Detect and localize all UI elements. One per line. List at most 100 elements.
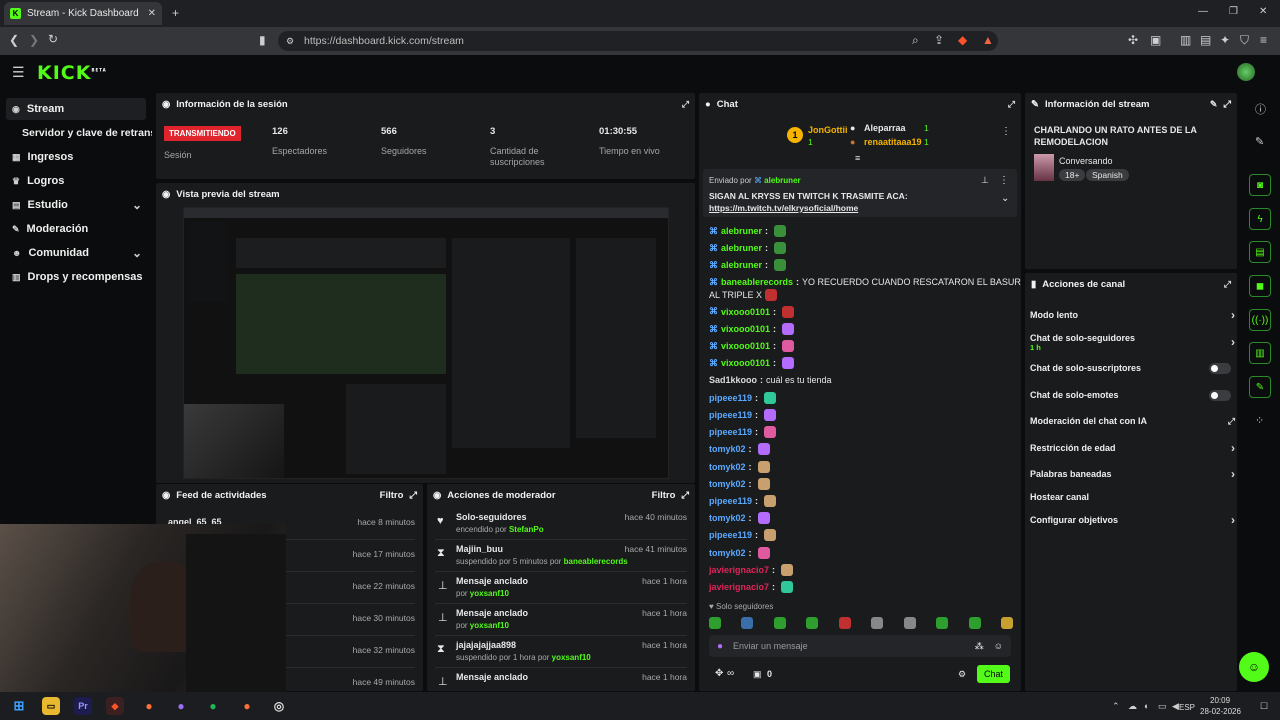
emote-icon[interactable] xyxy=(806,617,819,629)
expand-icon[interactable]: ⤢ xyxy=(409,490,417,501)
chat-username[interactable]: javierignacio7 xyxy=(709,582,769,592)
chat-username[interactable]: tomyk02 xyxy=(709,479,746,489)
action-host-channel[interactable]: Hostear canal xyxy=(1030,490,1235,504)
chat-username[interactable]: tomyk02 xyxy=(709,444,746,454)
expand-icon[interactable]: ⤢ xyxy=(1008,99,1015,110)
tray-expand-icon[interactable]: ⌃ xyxy=(1112,701,1120,712)
close-window-icon[interactable]: ✕ xyxy=(1259,6,1267,17)
server-icon[interactable]: ▥ xyxy=(1249,342,1271,364)
discord-icon[interactable]: ● xyxy=(172,697,190,715)
emote-icon[interactable] xyxy=(871,617,884,629)
firefox-icon[interactable]: ● xyxy=(140,697,158,715)
chat-username[interactable]: Sad1kkooo xyxy=(709,375,757,385)
info-icon[interactable]: ⓘ xyxy=(1255,101,1266,117)
pinned-user[interactable]: alebruner xyxy=(764,176,800,185)
firefox-icon[interactable]: ● xyxy=(238,697,256,715)
chat-username[interactable]: tomyk02 xyxy=(709,513,746,523)
forward-icon[interactable]: ❯ xyxy=(29,33,39,47)
emote-icon[interactable] xyxy=(903,617,916,629)
expand-icon[interactable]: ⤢ xyxy=(1223,99,1231,110)
wallet-icon[interactable]: ▤ xyxy=(1200,33,1211,47)
back-icon[interactable]: ❮ xyxy=(9,33,19,47)
mod-row-user[interactable]: StefanPo xyxy=(509,525,544,534)
chat-input[interactable]: ● Enviar un mensaje ⁂ ☺ xyxy=(709,635,1011,657)
brave-shields-icon[interactable]: ◆ xyxy=(958,33,967,47)
brave-icon[interactable]: ◆ xyxy=(106,697,124,715)
mod-row-user[interactable]: yoxsanf10 xyxy=(470,621,509,630)
mod-filter-button[interactable]: Filtro xyxy=(652,490,676,501)
expand-icon[interactable]: ⤢ xyxy=(681,490,689,501)
sidebar-item-stream[interactable]: ◉ Stream xyxy=(6,98,146,120)
notifications-icon[interactable]: ☐ xyxy=(1260,701,1268,712)
action-age-restriction[interactable]: Restricción de edad › xyxy=(1030,441,1235,455)
chat-username[interactable]: alebruner xyxy=(721,260,762,270)
drops-icon[interactable]: ✥ xyxy=(715,668,723,679)
help-chat-button[interactable]: ☺ xyxy=(1239,652,1269,682)
translate-icon[interactable]: ⁂ xyxy=(975,641,984,652)
pinned-link[interactable]: https://m.twitch.tv/elkrysoficial/home xyxy=(709,203,858,213)
leo-icon[interactable]: ✦ xyxy=(1220,33,1230,47)
emoji-icon[interactable]: ☺ xyxy=(994,641,1003,651)
mic-icon[interactable]: ◖ xyxy=(1143,701,1148,711)
action-banned-words[interactable]: Palabras baneadas › xyxy=(1030,467,1235,481)
pin-icon[interactable]: ⊥ xyxy=(981,175,989,186)
reload-icon[interactable]: ↻ xyxy=(48,32,58,46)
settings-icon[interactable]: ⚙ xyxy=(958,669,966,680)
send-chat-button[interactable]: Chat xyxy=(977,665,1010,683)
clock-date[interactable]: 28-02-2026 xyxy=(1200,707,1241,716)
clock-time[interactable]: 20:09 xyxy=(1210,696,1230,705)
top-gifter-2[interactable]: Aleparraa xyxy=(864,123,906,133)
chat-username[interactable]: vixooo0101 xyxy=(721,307,770,317)
sidebar-toggle-icon[interactable]: ▥ xyxy=(1180,33,1191,47)
expand-icon[interactable]: ⤢ xyxy=(1224,279,1231,290)
action-goals[interactable]: Configurar objetivos › xyxy=(1030,513,1235,527)
chat-username[interactable]: pipeee119 xyxy=(709,410,752,420)
emote-icon[interactable] xyxy=(1000,617,1013,629)
emotes-only-toggle[interactable] xyxy=(1209,389,1231,401)
file-explorer-icon[interactable]: ▭ xyxy=(42,697,60,715)
chat-username[interactable]: pipeee119 xyxy=(709,496,752,506)
share-icon[interactable]: ⇪ xyxy=(934,33,944,47)
mod-row-user[interactable]: yoxsanf10 xyxy=(552,653,591,662)
spotify-icon[interactable]: ● xyxy=(204,697,222,715)
subs-only-toggle[interactable] xyxy=(1209,362,1231,374)
chat-icon[interactable]: ◼ xyxy=(1249,275,1271,297)
action-emotes-only[interactable]: Chat de solo-emotes xyxy=(1030,388,1235,402)
sidebar-item-achievements[interactable]: ♛ Logros xyxy=(6,170,146,192)
emote-icon[interactable] xyxy=(968,617,981,629)
vpn-icon[interactable]: ⛉ xyxy=(1240,33,1249,48)
stream-preview-video[interactable] xyxy=(183,207,669,479)
mod-row-user[interactable]: baneablerecords xyxy=(564,557,628,566)
emote-icon[interactable] xyxy=(741,617,754,629)
mod-row-user[interactable]: yoxsanf10 xyxy=(470,589,509,598)
screenshot-icon[interactable]: ▣ xyxy=(1150,33,1161,47)
chat-username[interactable]: pipeee119 xyxy=(709,393,752,403)
gift-icon[interactable]: ▣ xyxy=(753,669,762,680)
sidebar-item-server-key[interactable]: Servidor y clave de retransm xyxy=(16,122,152,144)
mic-icon[interactable]: ● xyxy=(717,641,723,652)
chat-username[interactable]: vixooo0101 xyxy=(721,341,770,351)
emote-icon[interactable] xyxy=(936,617,949,629)
chat-username[interactable]: tomyk02 xyxy=(709,548,746,558)
chat-username[interactable]: baneablerecords xyxy=(721,277,793,287)
feed-filter-button[interactable]: Filtro xyxy=(380,490,404,501)
chat-username[interactable]: vixooo0101 xyxy=(721,358,770,368)
obs-icon[interactable]: ◎ xyxy=(270,697,288,715)
chat-username[interactable]: vixooo0101 xyxy=(721,324,770,334)
onedrive-icon[interactable]: ☁ xyxy=(1128,701,1137,712)
kick-logo[interactable]: KICKBETA xyxy=(37,62,107,84)
camera-icon[interactable]: ◙ xyxy=(1249,174,1271,196)
browser-tab[interactable]: K Stream - Kick Dashboard ✕ xyxy=(4,2,162,25)
action-slow-mode[interactable]: Modo lento › xyxy=(1030,308,1235,322)
more-options-icon[interactable]: ⋮ xyxy=(999,175,1009,186)
action-ai-moderation[interactable]: Moderación del chat con IA ⤢ xyxy=(1030,414,1235,428)
network-icon[interactable]: ▭ xyxy=(1158,701,1167,712)
volume-icon[interactable]: ◀ xyxy=(1172,701,1179,712)
premiere-icon[interactable]: Pr xyxy=(74,697,92,715)
sidebar-item-community[interactable]: ☻ Comunidad ⌄ xyxy=(6,242,146,264)
sidebar-item-income[interactable]: ▦ Ingresos xyxy=(6,146,146,168)
chat-username[interactable]: javierignacio7 xyxy=(709,565,769,575)
category-name[interactable]: Conversando xyxy=(1059,156,1113,166)
sidebar-item-drops[interactable]: ▥ Drops y recompensas xyxy=(6,266,146,288)
bookmark-icon[interactable]: ▮ xyxy=(259,33,266,47)
